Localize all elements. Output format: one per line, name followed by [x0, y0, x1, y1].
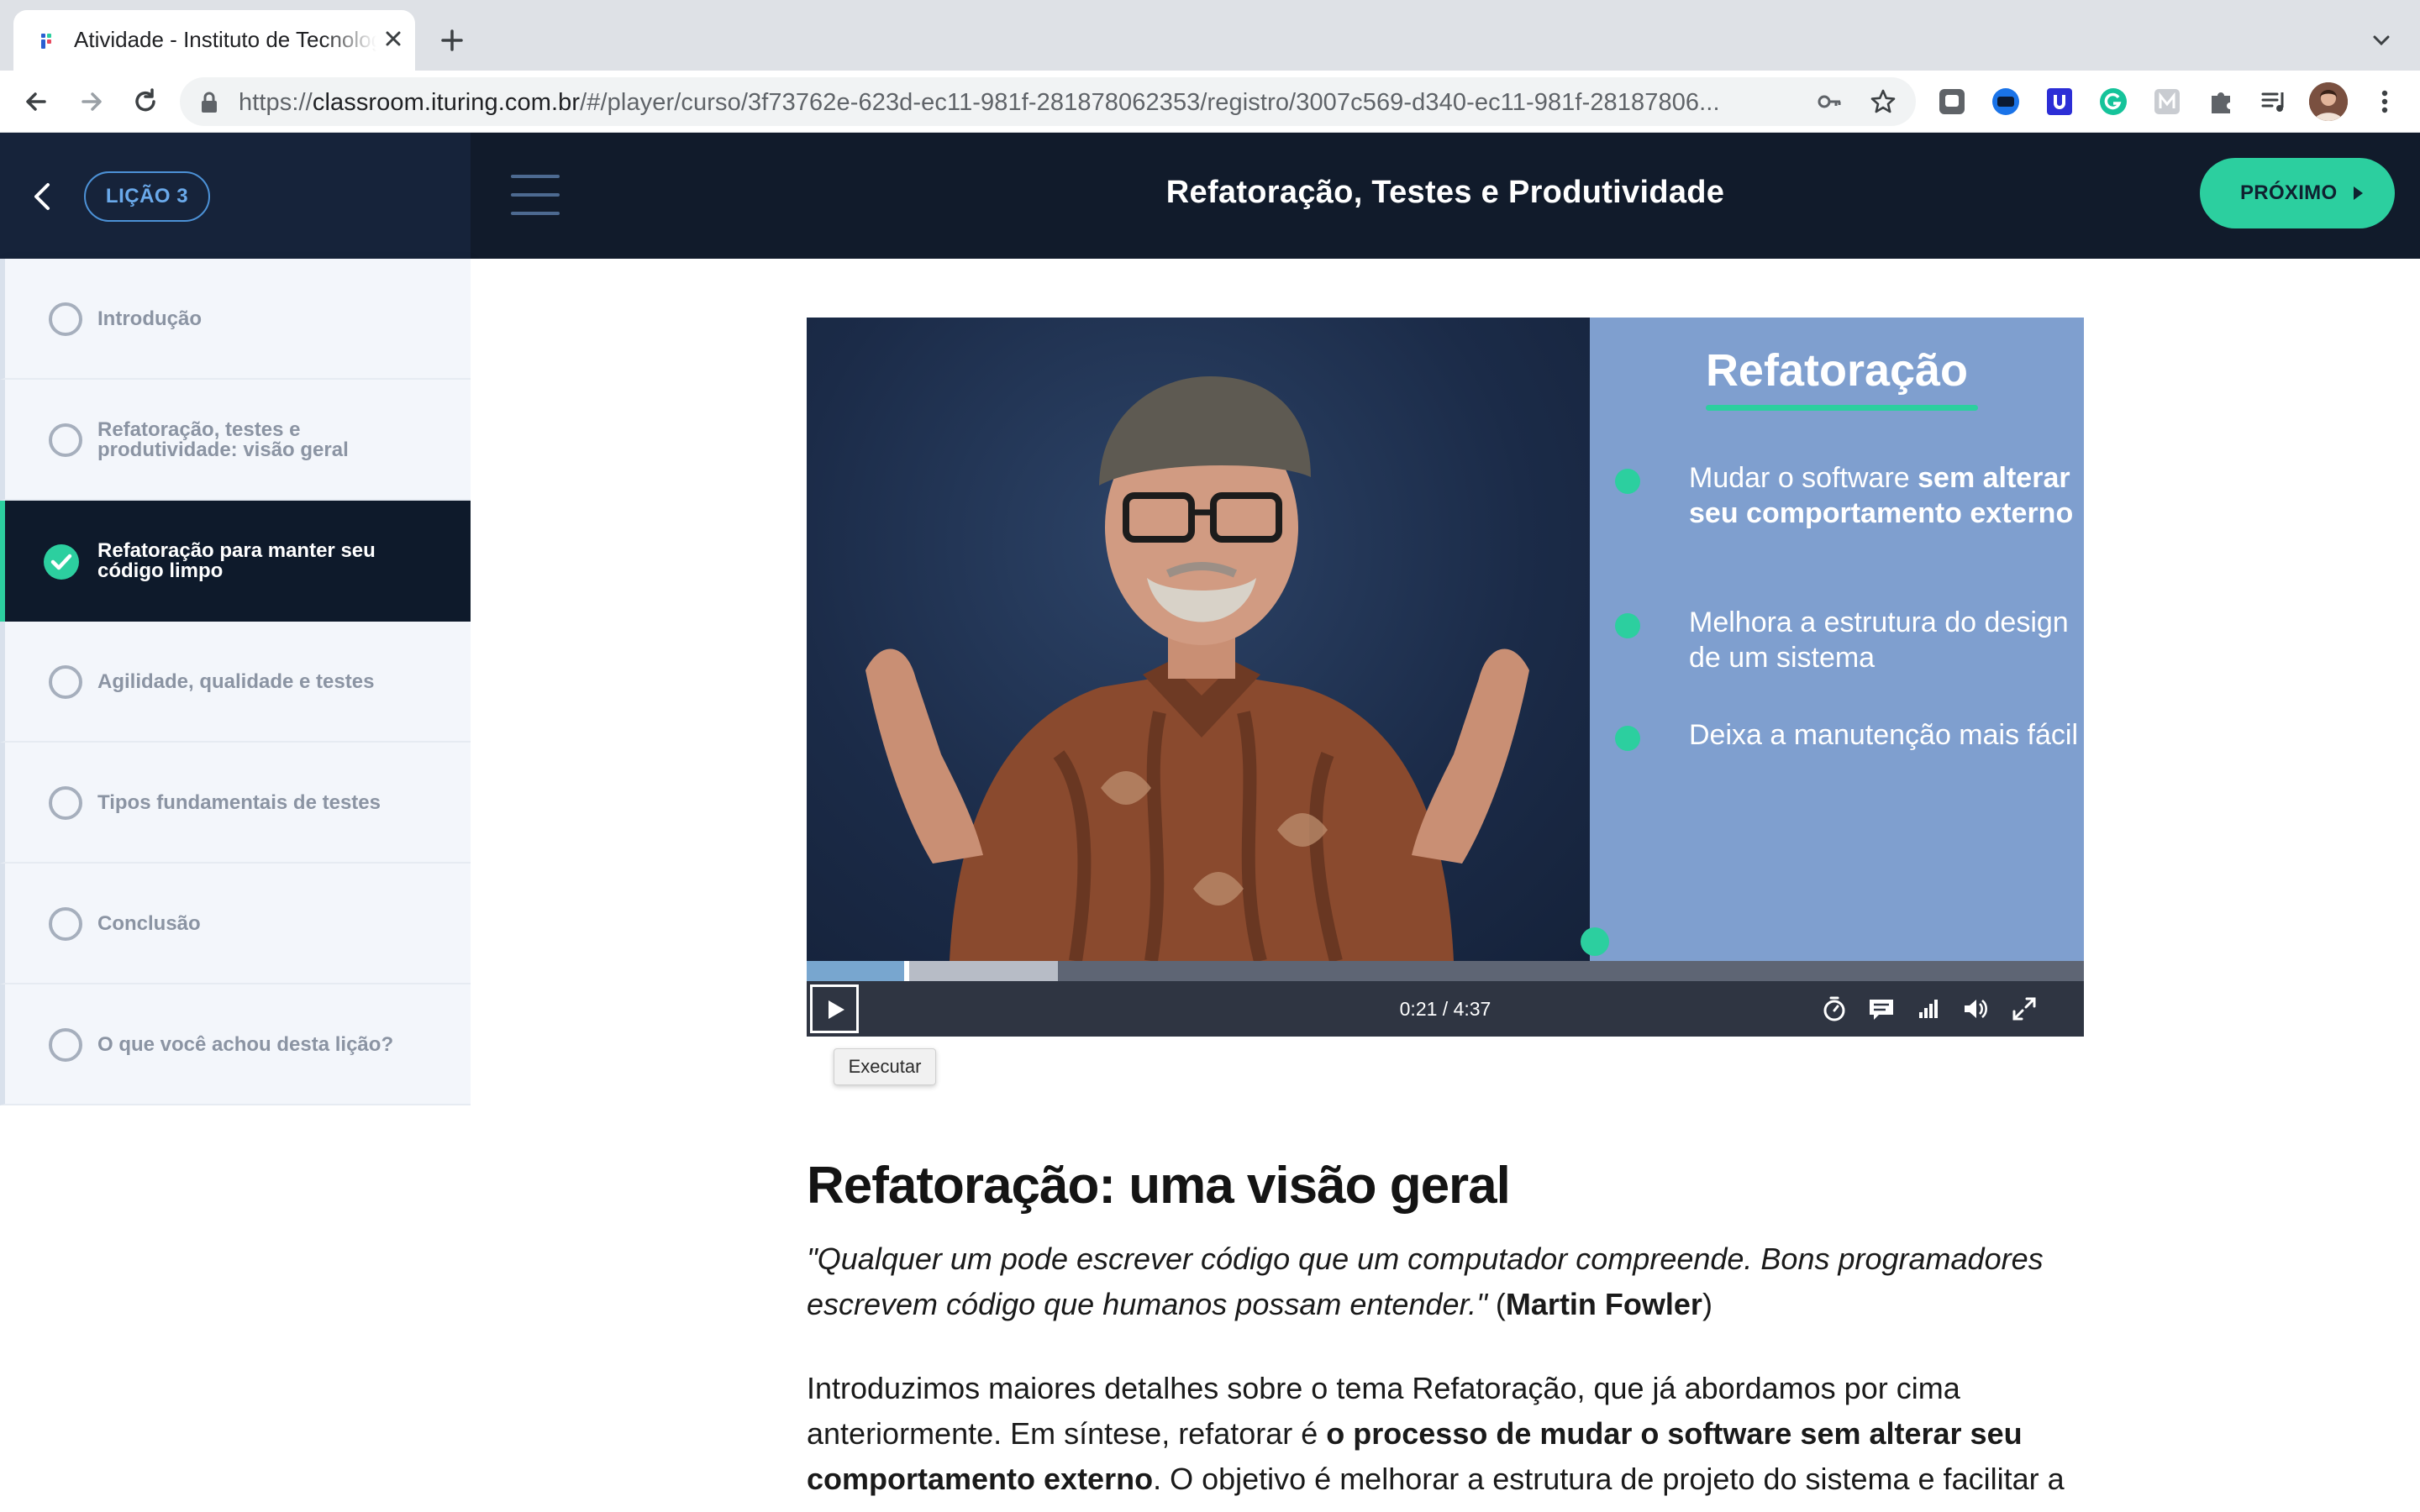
- sidebar-item-conclusao[interactable]: Conclusão: [0, 864, 471, 984]
- extension-screenshot-icon[interactable]: [1936, 86, 1968, 118]
- captions-icon[interactable]: [1867, 995, 1896, 1023]
- article-paragraph: Introduzimos maiores detalhes sobre o te…: [807, 1371, 2065, 1496]
- video-controls: 0:21 / 4:37: [807, 981, 2084, 1037]
- progress-handle[interactable]: [903, 961, 909, 981]
- next-button[interactable]: PRÓXIMO: [2200, 158, 2395, 228]
- sidebar-item-label: Tipos fundamentais de testes: [97, 791, 381, 814]
- play-tooltip: Executar: [834, 1048, 936, 1085]
- article-title: Refatoração: uma visão geral: [807, 1157, 1511, 1215]
- quality-bars-icon[interactable]: [1914, 995, 1943, 1023]
- bullet-dot-icon: [1615, 613, 1640, 638]
- incomplete-circle-icon: [49, 907, 82, 941]
- course-title: Refatoração, Testes e Produtividade: [1165, 175, 1725, 210]
- sidebar-item-agilidade[interactable]: Agilidade, qualidade e testes: [0, 622, 471, 743]
- forward-arrow-icon[interactable]: [74, 84, 109, 119]
- incomplete-circle-icon: [49, 423, 82, 457]
- progress-played: [807, 961, 904, 981]
- reload-icon[interactable]: [128, 84, 163, 119]
- video-slide: Refatoração Mudar o software sem alterar…: [1590, 318, 2084, 961]
- play-icon: [829, 1000, 844, 1019]
- sidebar-item-tipos-testes[interactable]: Tipos fundamentais de testes: [0, 743, 471, 864]
- media-queue-icon[interactable]: [2259, 86, 2291, 118]
- slide-title-underline: [1706, 405, 1978, 411]
- new-tab-icon[interactable]: [435, 24, 469, 57]
- video-frame[interactable]: Refatoração Mudar o software sem alterar…: [807, 318, 2084, 961]
- sidebar-item-label: Introdução: [97, 307, 202, 330]
- tab-title: Atividade - Instituto de Tecnologia: [74, 27, 376, 52]
- chevron-left-icon[interactable]: [25, 176, 60, 217]
- lock-icon[interactable]: [198, 91, 220, 114]
- incomplete-circle-icon: [49, 1028, 82, 1062]
- profile-avatar[interactable]: [2309, 82, 2348, 121]
- close-tab-icon[interactable]: [378, 24, 408, 54]
- grammarly-icon[interactable]: [2097, 86, 2129, 118]
- course-player: LIÇÃO 3 Refatoração, Testes e Produtivid…: [0, 133, 2420, 1512]
- bullet-dot-icon: [1615, 469, 1640, 494]
- video-progress-bar[interactable]: [807, 961, 2084, 981]
- site-favicon-icon: [41, 34, 51, 49]
- url-text[interactable]: https://classroom.ituring.com.br/#/playe…: [239, 89, 1818, 117]
- sidebar-item-visao-geral[interactable]: Refatoração, testes e produtividade: vis…: [0, 380, 471, 501]
- slide-bullet-text: Mudar o software sem alterar seu comport…: [1689, 462, 2074, 529]
- incomplete-circle-icon: [49, 786, 82, 820]
- back-arrow-icon[interactable]: [18, 84, 54, 119]
- slide-title: Refatoração: [1705, 345, 1969, 396]
- extensions-puzzle-icon[interactable]: [2205, 86, 2237, 118]
- sidebar-item-label: Agilidade, qualidade e testes: [97, 670, 375, 693]
- browser-tabstrip: Atividade - Instituto de Tecnologia: [0, 0, 2420, 71]
- hamburger-menu-icon[interactable]: [511, 173, 560, 217]
- next-button-label: PRÓXIMO: [2240, 181, 2338, 204]
- lesson-header: LIÇÃO 3: [0, 133, 471, 259]
- play-button[interactable]: [810, 984, 859, 1033]
- slide-bullet-text: Deixa a manutenção mais fácil: [1689, 719, 2079, 751]
- playback-speed-icon[interactable]: [1820, 995, 1849, 1023]
- sidebar-item-feedback[interactable]: O que você achou desta lição?: [0, 984, 471, 1105]
- browser-tab[interactable]: Atividade - Instituto de Tecnologia: [13, 10, 415, 71]
- slide-bullet-text: Melhora a estrutura do design de um sist…: [1689, 606, 2069, 674]
- key-icon[interactable]: [1815, 87, 1844, 116]
- address-bar[interactable]: https://classroom.ituring.com.br/#/playe…: [180, 77, 1916, 126]
- star-bookmark-icon[interactable]: [1869, 87, 1897, 116]
- lesson-content: Refatoração Mudar o software sem alterar…: [471, 259, 2420, 1512]
- extension-clipboard-icon[interactable]: [2044, 86, 2075, 118]
- avatar-image-icon: [2309, 82, 2348, 121]
- time-display: 0:21 / 4:37: [1399, 998, 1491, 1020]
- incomplete-circle-icon: [49, 665, 82, 699]
- presenter-illustration-icon: [865, 376, 1529, 961]
- more-menu-icon[interactable]: [2370, 86, 2400, 118]
- fullscreen-icon[interactable]: [2010, 995, 2039, 1023]
- slide-accent-dot: [1581, 927, 1609, 956]
- lesson-sidebar: Introdução Refatoração, testes e produti…: [0, 259, 471, 1512]
- extension-video-icon[interactable]: [1990, 86, 2022, 118]
- sidebar-item-label: Refatoração para manter seu código limpo: [97, 539, 376, 582]
- sidebar-item-label: O que você achou desta lição?: [97, 1033, 394, 1056]
- video-player[interactable]: Refatoração Mudar o software sem alterar…: [807, 318, 2084, 1037]
- chevron-down-icon[interactable]: [2366, 25, 2396, 55]
- sidebar-item-refatoracao-codigo-limpo[interactable]: Refatoração para manter seu código limpo: [0, 501, 471, 622]
- player-topbar: LIÇÃO 3 Refatoração, Testes e Produtivid…: [0, 133, 2420, 259]
- volume-icon[interactable]: [1961, 995, 1990, 1023]
- bullet-dot-icon: [1615, 726, 1640, 751]
- sidebar-item-label: Conclusão: [97, 912, 201, 935]
- check-circle-icon: [44, 544, 79, 580]
- caret-right-icon: [2354, 186, 2363, 200]
- browser-toolbar: https://classroom.ituring.com.br/#/playe…: [0, 71, 2420, 133]
- incomplete-circle-icon: [49, 302, 82, 336]
- article-quote: "Qualquer um pode escrever código que um…: [807, 1242, 2044, 1321]
- presenter-scene: [807, 318, 1590, 961]
- lesson-badge: LIÇÃO 3: [84, 171, 210, 222]
- extension-m-icon[interactable]: [2151, 86, 2183, 118]
- sidebar-item-introducao[interactable]: Introdução: [0, 259, 471, 380]
- sidebar-item-label: Refatoração, testes e produtividade: vis…: [97, 418, 349, 461]
